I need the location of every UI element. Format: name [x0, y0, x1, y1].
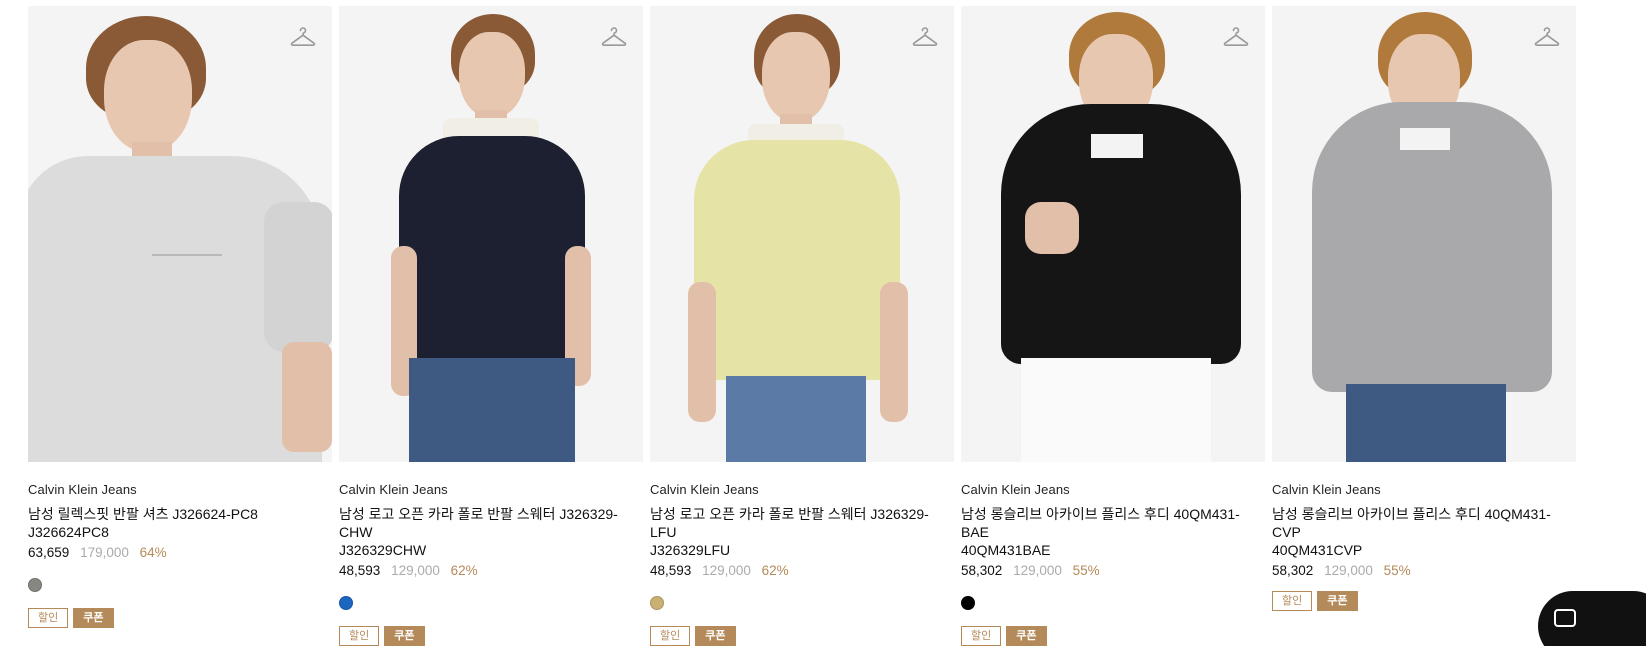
sale-badge: 할인	[28, 608, 69, 628]
badge-row: 할인 쿠폰	[28, 608, 332, 628]
badge-row: 할인 쿠폰	[1272, 591, 1576, 611]
price-row: 63,659 179,000 64%	[28, 545, 332, 560]
product-card[interactable]: Calvin Klein Jeans 남성 롱슬리브 아카이브 플리스 후디 4…	[961, 6, 1265, 646]
price-row: 48,593 129,000 62%	[339, 563, 643, 578]
brand-name: Calvin Klein Jeans	[339, 482, 448, 497]
product-grid: Calvin Klein Jeans 남성 릴렉스핏 반팔 셔츠 J326624…	[0, 0, 1646, 646]
sale-badge: 할인	[339, 626, 380, 646]
brand-name: Calvin Klein Jeans	[650, 482, 759, 497]
color-swatch[interactable]	[28, 578, 42, 592]
hanger-icon[interactable]	[1223, 24, 1249, 50]
price-row: 58,302 129,000 55%	[961, 563, 1265, 578]
price-row: 58,302 129,000 55%	[1272, 563, 1576, 578]
product-card[interactable]: Calvin Klein Jeans 남성 로고 오픈 카라 폴로 반팔 스웨터…	[339, 6, 643, 646]
discount-rate: 62%	[761, 563, 789, 578]
badge-row: 할인 쿠폰	[961, 626, 1265, 646]
sale-price: 48,593	[650, 563, 692, 578]
product-name[interactable]: 남성 롱슬리브 아카이브 플리스 후디 40QM431-CVP 40QM431C…	[1272, 505, 1576, 559]
original-price: 179,000	[80, 545, 129, 560]
brand-name: Calvin Klein Jeans	[1272, 482, 1381, 497]
badge-row: 할인 쿠폰	[339, 626, 643, 646]
product-card[interactable]: Calvin Klein Jeans 남성 릴렉스핏 반팔 셔츠 J326624…	[28, 6, 332, 628]
coupon-badge: 쿠폰	[1006, 626, 1047, 646]
sale-badge: 할인	[650, 626, 691, 646]
hanger-icon[interactable]	[912, 24, 938, 50]
sale-badge: 할인	[1272, 591, 1313, 611]
hanger-icon[interactable]	[1534, 24, 1560, 50]
product-image[interactable]	[1272, 6, 1576, 462]
hanger-icon[interactable]	[601, 24, 627, 50]
discount-rate: 62%	[450, 563, 478, 578]
discount-rate: 55%	[1383, 563, 1411, 578]
product-image[interactable]	[650, 6, 954, 462]
product-image[interactable]	[28, 6, 332, 462]
product-image[interactable]	[339, 6, 643, 462]
color-swatch[interactable]	[339, 596, 353, 610]
sale-price: 48,593	[339, 563, 381, 578]
sale-price: 58,302	[961, 563, 1003, 578]
product-name[interactable]: 남성 로고 오픈 카라 폴로 반팔 스웨터 J326329-CHW J32632…	[339, 505, 643, 559]
sale-price: 63,659	[28, 545, 70, 560]
product-name[interactable]: 남성 롱슬리브 아카이브 플리스 후디 40QM431-BAE 40QM431B…	[961, 505, 1265, 559]
product-image[interactable]	[961, 6, 1265, 462]
coupon-badge: 쿠폰	[73, 608, 114, 628]
floating-action-button[interactable]	[1538, 591, 1646, 646]
original-price: 129,000	[702, 563, 751, 578]
coupon-badge: 쿠폰	[384, 626, 425, 646]
discount-rate: 55%	[1072, 563, 1100, 578]
chat-icon	[1554, 609, 1576, 627]
product-name[interactable]: 남성 릴렉스핏 반팔 셔츠 J326624-PC8 J326624PC8	[28, 505, 332, 541]
brand-name: Calvin Klein Jeans	[961, 482, 1070, 497]
original-price: 129,000	[1324, 563, 1373, 578]
badge-row: 할인 쿠폰	[650, 626, 954, 646]
color-swatch[interactable]	[961, 596, 975, 610]
product-name[interactable]: 남성 로고 오픈 카라 폴로 반팔 스웨터 J326329-LFU J32632…	[650, 505, 954, 559]
color-swatch[interactable]	[650, 596, 664, 610]
original-price: 129,000	[391, 563, 440, 578]
original-price: 129,000	[1013, 563, 1062, 578]
coupon-badge: 쿠폰	[1317, 591, 1358, 611]
product-card[interactable]: Calvin Klein Jeans 남성 롱슬리브 아카이브 플리스 후디 4…	[1272, 6, 1576, 611]
sale-price: 58,302	[1272, 563, 1314, 578]
price-row: 48,593 129,000 62%	[650, 563, 954, 578]
hanger-icon[interactable]	[290, 24, 316, 50]
brand-name: Calvin Klein Jeans	[28, 482, 137, 497]
product-card[interactable]: Calvin Klein Jeans 남성 로고 오픈 카라 폴로 반팔 스웨터…	[650, 6, 954, 646]
sale-badge: 할인	[961, 626, 1002, 646]
discount-rate: 64%	[139, 545, 167, 560]
coupon-badge: 쿠폰	[695, 626, 736, 646]
